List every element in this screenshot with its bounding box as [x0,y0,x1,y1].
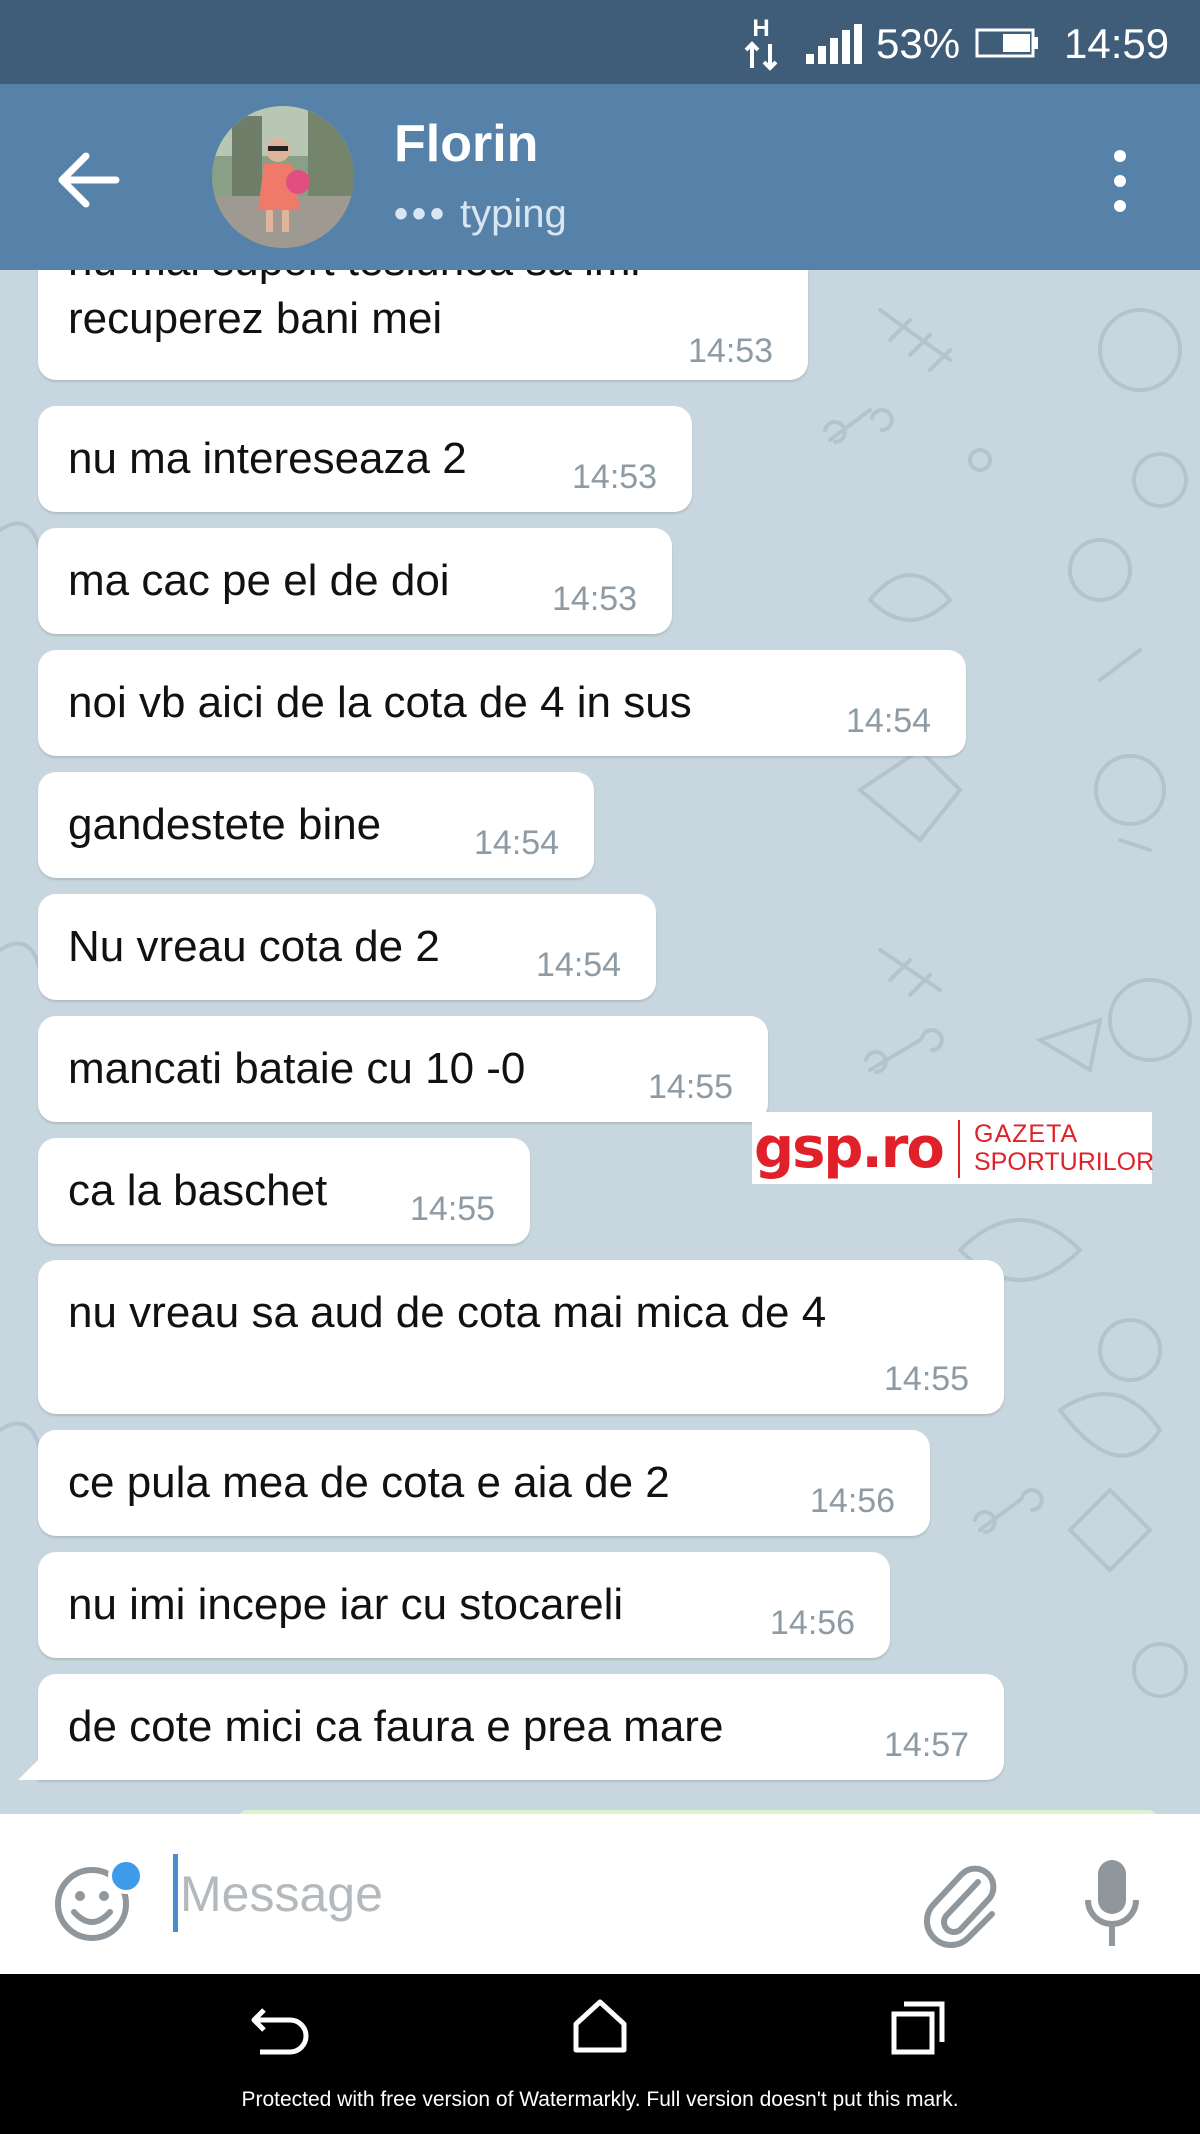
microphone-icon[interactable] [1084,1856,1140,1952]
gsp-logo-line1: GAZETA [974,1120,1079,1148]
battery-percent: 53% [876,20,961,67]
status-time: 14:59 [1064,20,1170,67]
message-text: de cote mici ca faura e prea mare [68,1702,724,1751]
message-time: 14:55 [410,1190,496,1228]
message-time: 14:55 [648,1068,734,1106]
message-bubble[interactable]: noi vb aici de la cota de 4 in sus 14:54 [38,650,966,756]
gsp-logo-divider [958,1120,960,1178]
nav-recents-icon[interactable] [890,2000,946,2056]
message-bubble[interactable]: nu imi incepe iar cu stocareli 14:56 [38,1552,890,1658]
message-time: 14:53 [552,580,638,618]
signal-strength-icon [806,24,862,64]
paperclip-icon[interactable] [920,1858,1000,1948]
message-composer [0,1814,1200,1974]
message-bubble[interactable]: Nu vreau cota de 2 14:54 [38,894,656,1000]
watermark-notice: Protected with free version of Watermark… [241,2088,959,2111]
message-bubble[interactable]: ca la baschet 14:55 [38,1138,530,1244]
message-text: recuperez bani mei [68,294,443,343]
message-time: 14:57 [884,1726,970,1764]
typing-status-text: typing [460,192,567,236]
message-bubble[interactable]: ma cac pe el de doi 14:53 [38,528,672,634]
message-time: 14:53 [688,332,774,370]
gsp-logo: gsp.ro GAZETA SPORTURILOR [752,1112,1155,1184]
message-bubble[interactable]: ce pula mea de cota e aia de 2 14:56 [38,1430,930,1536]
gsp-logo-line2: SPORTURILOR [974,1148,1155,1176]
message-text: noi vb aici de la cota de 4 in sus [68,678,692,727]
contact-name: Florin [394,115,539,173]
notification-dot [108,1858,144,1894]
message-text: Nu vreau cota de 2 [68,922,440,971]
message-bubble[interactable]: nu vreau sa aud de cota mai mica de 4 14… [38,1260,1004,1414]
message-time: 14:54 [474,824,560,862]
message-text: nu ma intereseaza 2 [68,434,467,483]
more-vertical-icon[interactable] [1100,146,1140,216]
message-bubble[interactable]: gandestete bine 14:54 [38,772,594,878]
message-list[interactable]: nu mai suport tesiunea sa imi recuperez … [0,270,1200,1814]
message-bubble[interactable]: de cote mici ca faura e prea mare 14:57 [38,1674,1004,1780]
message-text: gandestete bine [68,800,382,849]
message-input[interactable] [180,1852,880,1936]
status-bar: H 53% 14:59 [0,0,1200,84]
typing-status: ••• typing [394,192,567,237]
message-time: 14:53 [572,458,658,496]
system-navigation-bar: Protected with free version of Watermark… [0,1974,1200,2134]
message-text: nu vreau sa aud de cota mai mica de 4 [68,1288,827,1337]
message-text: nu mai suport tesiunea sa imi [68,270,640,286]
svg-text:H: H [752,15,769,42]
chat-header: Florin ••• typing [0,84,1200,270]
typing-dots-icon: ••• [394,192,449,236]
message-bubble[interactable]: nu ma intereseaza 2 14:53 [38,406,692,512]
message-text: mancati bataie cu 10 -0 [68,1044,526,1093]
message-text: nu imi incepe iar cu stocareli [68,1580,624,1629]
gsp-logo-brand: gsp.ro [754,1116,945,1181]
message-time: 14:54 [536,946,622,984]
avatar-photo [212,106,354,248]
network-type-icon: H [744,15,778,71]
nav-home-icon[interactable] [570,1996,630,2056]
bubble-tail [18,1758,40,1780]
message-time: 14:56 [810,1482,896,1520]
message-bubble[interactable]: nu mai suport tesiunea sa imi recuperez … [38,270,808,380]
message-bubble[interactable]: mancati bataie cu 10 -0 14:55 [38,1016,768,1122]
text-caret [173,1854,178,1932]
nav-back-icon[interactable] [250,2000,314,2056]
back-arrow-icon[interactable] [58,152,122,208]
message-time: 14:54 [846,702,932,740]
battery-icon [975,28,1038,58]
message-time: 14:56 [770,1604,856,1642]
message-time: 14:55 [884,1360,970,1398]
message-text: ca la baschet [68,1166,328,1215]
message-text: ma cac pe el de doi [68,556,450,605]
contact-avatar[interactable] [212,106,354,248]
message-text: ce pula mea de cota e aia de 2 [68,1458,670,1507]
